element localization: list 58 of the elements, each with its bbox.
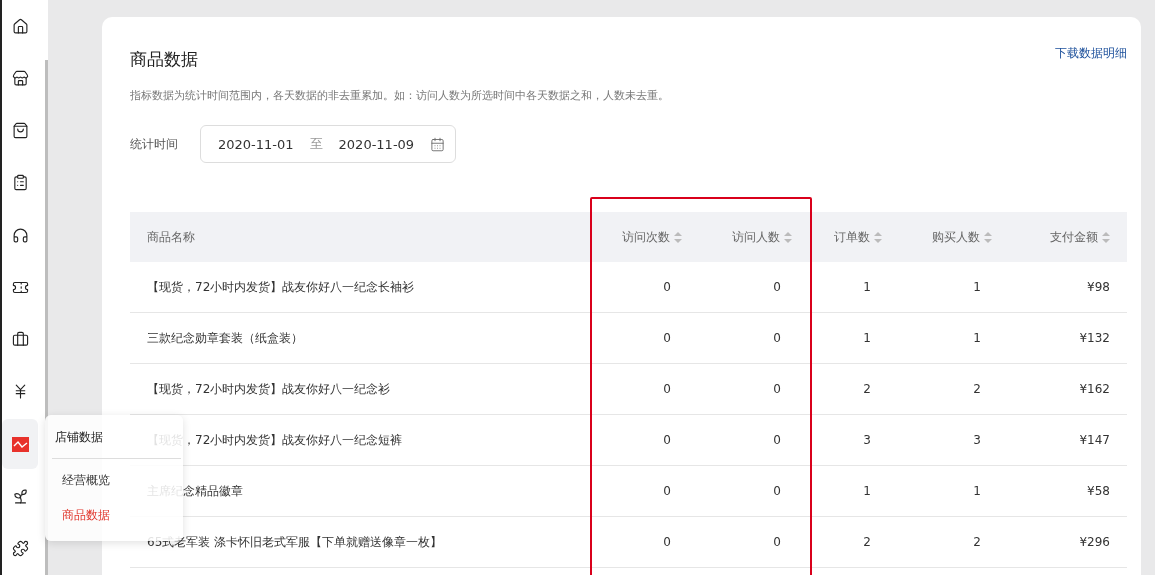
table-cell: 3 <box>973 433 981 447</box>
note-text: 指标数据为统计时间范围内，各天数据的非去重累加。如：访问人数为所选时间中各天数据之和，人数未去重。 <box>130 88 670 103</box>
column-header[interactable]: 访问人数 <box>732 228 780 246</box>
table-cell: 65式老军装 涤卡怀旧老式军服【下单就赠送像章一枚】 <box>147 534 443 549</box>
table-cell: 【现货，72小时内发货】战友你好八一纪念长袖衫 <box>147 279 415 294</box>
store-icon <box>11 69 29 87</box>
download-link[interactable]: 下载数据明细 <box>1055 45 1127 62</box>
table-cell: 1 <box>863 280 871 294</box>
clipboard-icon <box>11 174 29 192</box>
table-cell: 0 <box>773 535 781 549</box>
table-cell: ¥296 <box>1079 535 1110 549</box>
submenu-item[interactable]: 经营概览 <box>62 463 110 498</box>
table-cell: 0 <box>663 331 671 345</box>
submenu-item[interactable]: 商品数据 <box>62 498 110 533</box>
table-cell: ¥132 <box>1079 331 1110 345</box>
table-cell: 0 <box>663 433 671 447</box>
table-cell: 1 <box>863 484 871 498</box>
table-cell: 0 <box>663 280 671 294</box>
table-cell: 1 <box>973 331 981 345</box>
shopping-bag-icon <box>11 122 29 140</box>
table-cell: 1 <box>863 331 871 345</box>
table-cell: 0 <box>663 484 671 498</box>
column-header[interactable]: 订单数 <box>834 228 870 246</box>
column-header[interactable]: 支付金额 <box>1050 228 1098 246</box>
table-cell: ¥147 <box>1079 433 1110 447</box>
table-cell: 1 <box>973 484 981 498</box>
table-cell: 1 <box>973 280 981 294</box>
home-icon <box>11 17 29 35</box>
puzzle-icon <box>11 540 29 558</box>
table-cell: 2 <box>973 382 981 396</box>
table-cell: ¥98 <box>1087 280 1110 294</box>
table-cell: 0 <box>773 280 781 294</box>
table-cell: 3 <box>863 433 871 447</box>
date-range-field[interactable]: 2020-11-01 至 2020-11-09 <box>200 125 457 163</box>
calendar-icon <box>430 136 446 152</box>
headset-icon <box>11 226 29 244</box>
table-cell: 0 <box>773 484 781 498</box>
sprout-icon <box>11 488 29 505</box>
table-cell: ¥58 <box>1087 484 1110 498</box>
page-title: 商品数据 <box>130 48 198 71</box>
table-cell: 0 <box>773 382 781 396</box>
chart-icon <box>11 436 29 452</box>
table-cell: 2 <box>863 382 871 396</box>
column-header[interactable]: 访问次数 <box>622 228 670 246</box>
submenu-title: 店铺数据 <box>54 429 104 446</box>
table-cell: ¥162 <box>1079 382 1110 396</box>
table-cell: 0 <box>663 535 671 549</box>
table-cell: 0 <box>663 382 671 396</box>
table-cell: 三款纪念勋章套装（纸盒装） <box>147 330 303 345</box>
column-header[interactable]: 购买人数 <box>932 228 980 246</box>
table-cell: 2 <box>973 535 981 549</box>
briefcase-icon <box>11 331 29 349</box>
table-cell: 2 <box>863 535 871 549</box>
column-header: 商品名称 <box>147 228 195 246</box>
filter-label: 统计时间 <box>130 135 178 153</box>
table-cell: 【现货，72小时内发货】战友你好八一纪念衫 <box>147 381 391 396</box>
table-cell: 0 <box>773 331 781 345</box>
table-cell: 0 <box>773 433 781 447</box>
